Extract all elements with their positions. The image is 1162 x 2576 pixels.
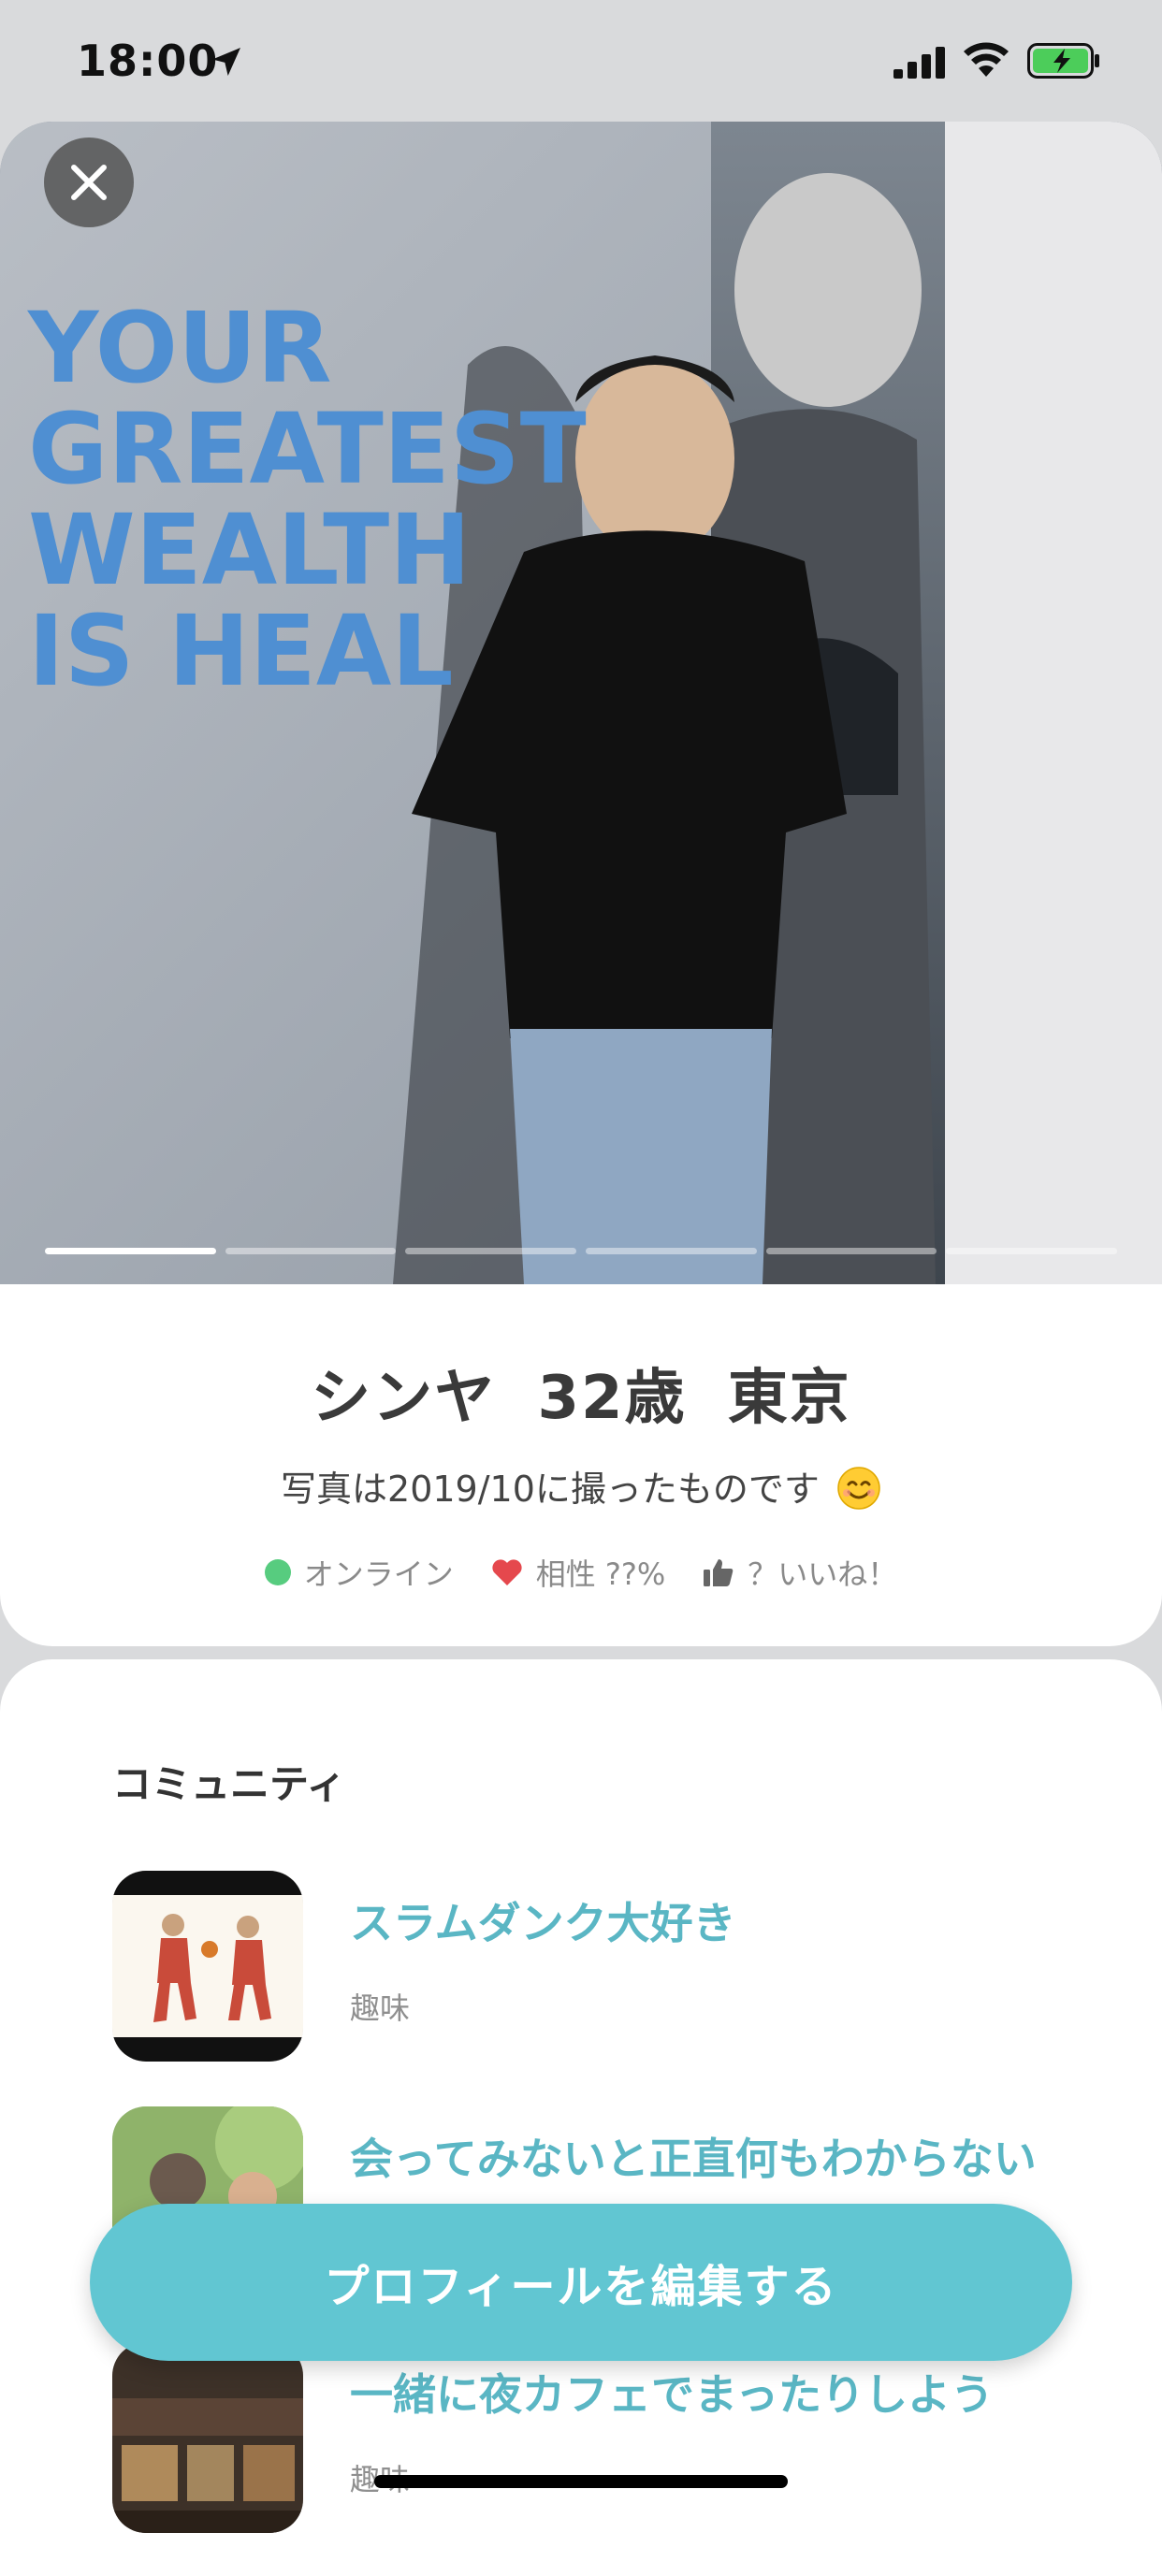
community-category: 趣味: [350, 1990, 411, 2026]
profile-card: YOUR GREATEST WEALTH IS HEAL シンヤ 32歳 東京 …: [0, 122, 1162, 1646]
poster-line: IS HEAL: [28, 594, 454, 708]
community-title: 一緒に夜カフェでまったりしよう: [350, 2369, 995, 2420]
community-thumbnail: [112, 2342, 303, 2533]
profile-info: シンヤ 32歳 東京 写真は2019/10に撮ったものです オンライン 相性 ?…: [0, 1284, 1162, 1594]
profile-meta: オンライン 相性 ??% ？いいね！: [0, 1551, 1162, 1594]
online-label: オンライン: [303, 1556, 454, 1592]
online-dot-icon: [264, 1559, 291, 1585]
community-image: [112, 2342, 303, 2533]
poster-line: YOUR: [28, 291, 332, 405]
edit-profile-button[interactable]: プロフィールを編集する: [90, 2204, 1072, 2361]
community-section: コミュニティ スラムダンク大好き 趣味 会ってみないと正直何もわからない 一緒に…: [0, 1659, 1162, 2576]
caption-text: 写真は2019/10に撮ったものです: [281, 1469, 820, 1510]
compatibility: 相性 ??%: [491, 1551, 666, 1594]
battery-charging-icon: [1027, 43, 1099, 79]
profile-photo[interactable]: YOUR GREATEST WEALTH IS HEAL: [0, 122, 1162, 1284]
photo-indicator-segment[interactable]: [586, 1248, 757, 1254]
profile-age: 32歳: [537, 1364, 687, 1433]
community-item[interactable]: 一緒に夜カフェでまったりしよう 趣味: [112, 2342, 1095, 2533]
close-icon: [71, 165, 107, 200]
photo-indicator-segment[interactable]: [405, 1248, 577, 1254]
photo-indicator-segment[interactable]: [946, 1248, 1118, 1254]
close-button[interactable]: [44, 137, 134, 227]
heart-icon: [492, 1559, 522, 1585]
poster-line: GREATEST: [28, 392, 587, 506]
thumbs-up-icon: [704, 1559, 734, 1586]
online-status: オンライン: [264, 1551, 454, 1594]
photo-indicator-segment[interactable]: [765, 1248, 937, 1254]
photo-progress-indicator: [45, 1248, 1118, 1254]
profile-location: 東京: [727, 1364, 851, 1433]
home-indicator[interactable]: [374, 2475, 788, 2488]
smile-emoji-icon: [837, 1467, 880, 1510]
cellular-signal-icon: [893, 47, 945, 79]
community-item[interactable]: スラムダンク大好き 趣味: [112, 1871, 1095, 2062]
compat-label: 相性 ??%: [535, 1556, 666, 1592]
photo-indicator-segment[interactable]: [225, 1248, 397, 1254]
status-time: 18:00: [77, 36, 219, 86]
community-heading: コミュニティ: [112, 1761, 346, 1807]
profile-headline: シンヤ 32歳 東京: [0, 1350, 1162, 1436]
community-thumbnail: [112, 1871, 303, 2062]
profile-name: シンヤ: [311, 1364, 497, 1433]
poster-text: YOUR GREATEST WEALTH IS HEAL: [28, 297, 587, 702]
wifi-icon: [964, 42, 1009, 77]
likes-label: ？いいね！: [748, 1556, 898, 1592]
community-title: 会ってみないと正直何もわからない: [350, 2134, 1037, 2184]
community-title: スラムダンク大好き: [350, 1898, 736, 1948]
likes-count: ？いいね！: [703, 1551, 897, 1594]
status-bar: 18:00: [0, 0, 1162, 122]
profile-caption: 写真は2019/10に撮ったものです: [0, 1460, 1162, 1512]
poster-line: WEALTH: [28, 493, 472, 607]
community-image: [112, 1871, 303, 2062]
location-arrow-icon: [212, 48, 240, 76]
photo-indicator-segment[interactable]: [45, 1248, 216, 1254]
